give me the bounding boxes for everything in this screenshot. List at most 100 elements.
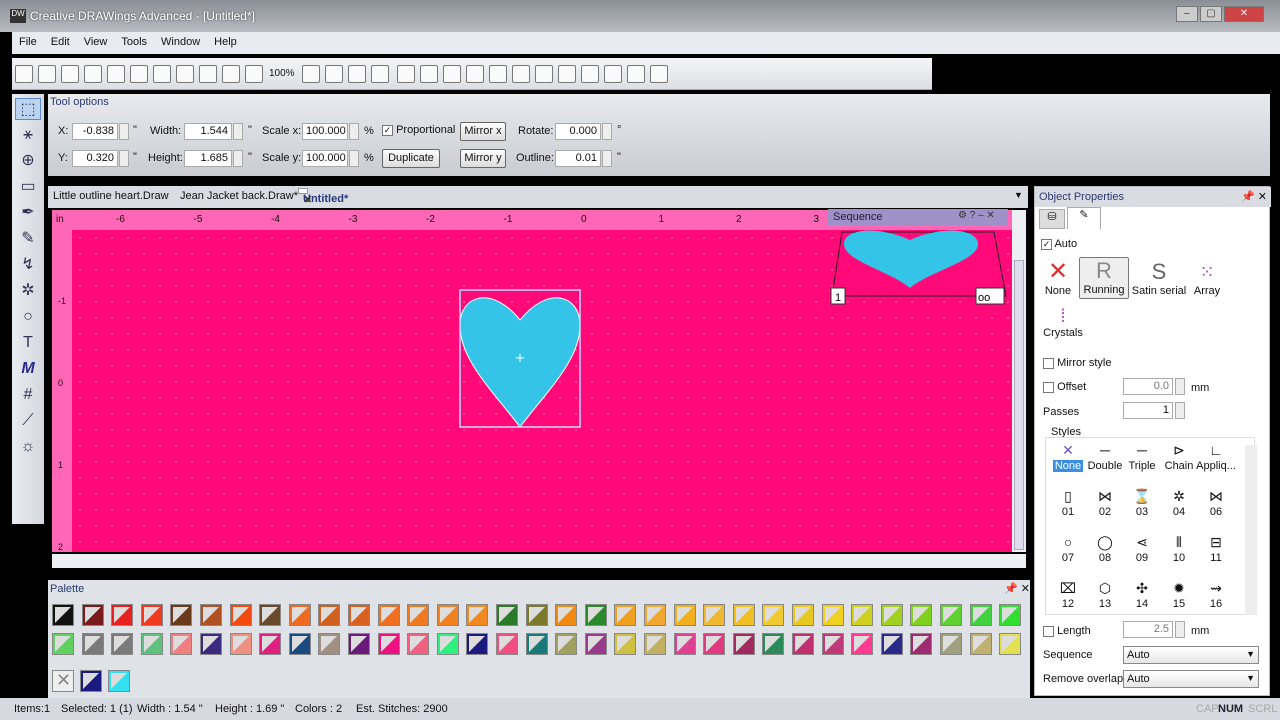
menu-edit[interactable]: Edit bbox=[44, 32, 77, 52]
palette-swatch[interactable] bbox=[555, 604, 578, 626]
scalex-input[interactable]: 100.000 bbox=[302, 123, 348, 140]
style-item[interactable]: ─ Triple bbox=[1122, 442, 1162, 472]
paint-brush-icon[interactable] bbox=[626, 65, 645, 83]
style-item[interactable]: ⌧ 12 bbox=[1048, 580, 1088, 610]
scalex-spinner[interactable] bbox=[349, 123, 359, 140]
style-item[interactable]: ⌛ 03 bbox=[1122, 488, 1162, 518]
x-input[interactable]: -0.838 bbox=[72, 123, 118, 140]
style-item[interactable]: ∟ Appliq... bbox=[1196, 442, 1236, 472]
palette-swatch[interactable] bbox=[318, 633, 341, 655]
height-spinner[interactable] bbox=[233, 150, 243, 167]
no-color-swatch[interactable]: ✕ bbox=[52, 670, 74, 692]
horizontal-scrollbar[interactable] bbox=[52, 554, 1026, 568]
mirror-y-button[interactable]: Mirror y bbox=[460, 149, 506, 168]
knife-icon[interactable]: ⟋ bbox=[15, 410, 41, 432]
bezier-icon[interactable]: ↯ bbox=[15, 254, 41, 276]
palette-swatch[interactable] bbox=[111, 604, 134, 626]
sequence-thumbnail[interactable]: 1 oo bbox=[830, 226, 1010, 306]
style-item[interactable]: ⫴ 10 bbox=[1159, 534, 1199, 564]
style-item[interactable]: ◯ 08 bbox=[1085, 534, 1125, 564]
palette-swatch[interactable] bbox=[81, 633, 104, 655]
tab-little-outline-heart[interactable]: Little outline heart.Draw bbox=[53, 190, 169, 202]
palette-swatch[interactable] bbox=[969, 604, 992, 626]
palette-swatch[interactable] bbox=[407, 604, 430, 626]
offset-spinner[interactable] bbox=[1175, 378, 1185, 395]
palette-swatch[interactable] bbox=[436, 604, 459, 626]
check-icon[interactable] bbox=[370, 65, 389, 83]
node-edit-icon[interactable]: ⚹ bbox=[15, 124, 41, 146]
menu-help[interactable]: Help bbox=[207, 32, 244, 52]
space-v-icon[interactable] bbox=[603, 65, 622, 83]
y-input[interactable]: 0.320 bbox=[72, 150, 118, 167]
outline-color-swatch[interactable] bbox=[80, 670, 102, 692]
palette-swatch[interactable] bbox=[940, 633, 962, 655]
print-icon[interactable] bbox=[84, 65, 102, 83]
palette-swatch[interactable] bbox=[259, 633, 282, 655]
palette-swatch[interactable] bbox=[288, 604, 311, 626]
palette-swatch[interactable] bbox=[111, 633, 134, 655]
palette-swatch[interactable] bbox=[140, 633, 163, 655]
style-item[interactable]: ✹ 15 bbox=[1159, 580, 1199, 610]
zoom-icon[interactable]: ⊕ bbox=[15, 150, 41, 172]
palette-swatch[interactable] bbox=[140, 604, 163, 626]
palette-swatch[interactable] bbox=[703, 604, 726, 626]
palette-swatch[interactable] bbox=[318, 604, 341, 626]
palette-swatch[interactable] bbox=[200, 604, 222, 626]
palette-swatch[interactable] bbox=[792, 604, 814, 626]
type-crystals[interactable]: ⁞ Crystals bbox=[1043, 305, 1083, 339]
menu-tools[interactable]: Tools bbox=[114, 32, 154, 52]
palette-swatch[interactable] bbox=[614, 604, 637, 626]
tab-jean-jacket-back[interactable]: Jean Jacket back.Draw* bbox=[180, 190, 298, 202]
type-none[interactable]: ✕ None bbox=[1041, 259, 1075, 298]
duplicate-button[interactable]: Duplicate bbox=[382, 149, 440, 168]
type-array[interactable]: ⁙ Array bbox=[1189, 259, 1225, 297]
grid-icon[interactable] bbox=[199, 65, 217, 83]
palette-swatch[interactable] bbox=[170, 633, 193, 655]
palette-swatch[interactable] bbox=[52, 604, 74, 626]
palette-swatch[interactable] bbox=[348, 633, 370, 655]
mirror-x-button[interactable]: Mirror x bbox=[460, 122, 506, 141]
palette-swatch[interactable] bbox=[525, 604, 548, 626]
palette-swatch[interactable] bbox=[703, 633, 726, 655]
menu-file[interactable]: File bbox=[12, 32, 44, 52]
trim-icon[interactable] bbox=[347, 65, 366, 83]
style-item[interactable]: ✲ 04 bbox=[1159, 488, 1199, 518]
ellipse-icon[interactable]: ○ bbox=[15, 306, 41, 328]
palette-swatch[interactable] bbox=[673, 604, 696, 626]
style-item[interactable]: ✣ 14 bbox=[1122, 580, 1162, 610]
paste-icon[interactable] bbox=[130, 65, 148, 83]
tab-untitled[interactable]: Untitled* ✕ bbox=[298, 188, 348, 206]
save-icon[interactable] bbox=[61, 65, 79, 83]
align-middle-icon[interactable] bbox=[488, 65, 507, 83]
rotate-input[interactable]: 0.000 bbox=[555, 123, 601, 140]
scaley-input[interactable]: 100.000 bbox=[302, 150, 348, 167]
palette-swatch[interactable] bbox=[880, 633, 903, 655]
sequence-controls-icon[interactable]: ⚙ ? ‒ ✕ bbox=[958, 210, 995, 221]
offset-input[interactable]: 0.0 bbox=[1123, 378, 1173, 395]
style-item[interactable]: ⊳ Chain bbox=[1159, 442, 1199, 472]
text-icon[interactable]: T bbox=[15, 332, 41, 354]
redo-icon[interactable] bbox=[176, 65, 194, 83]
palette-swatch[interactable] bbox=[288, 633, 311, 655]
light-icon[interactable]: ☼ bbox=[15, 436, 41, 458]
zoom-level[interactable]: 100% bbox=[269, 68, 295, 79]
palette-swatch[interactable] bbox=[969, 633, 992, 655]
rotate-spinner[interactable] bbox=[602, 123, 612, 140]
sequence-select[interactable]: Auto ▼ bbox=[1123, 646, 1259, 664]
palette-swatch[interactable] bbox=[732, 604, 755, 626]
auto-checkbox[interactable]: ✓ Auto bbox=[1041, 238, 1077, 250]
palette-swatch[interactable] bbox=[910, 604, 933, 626]
width-spinner[interactable] bbox=[233, 123, 243, 140]
palette-swatch[interactable] bbox=[466, 604, 489, 626]
magic-wand-icon[interactable] bbox=[649, 65, 668, 83]
pencil-icon[interactable]: ✎ bbox=[15, 228, 41, 250]
outline-input[interactable]: 0.01 bbox=[555, 150, 601, 167]
palette-swatch[interactable] bbox=[732, 633, 755, 655]
palette-swatch[interactable] bbox=[229, 604, 252, 626]
tab-dropdown-icon[interactable]: ▼ bbox=[1014, 190, 1023, 200]
palette-swatch[interactable] bbox=[851, 633, 874, 655]
panel-pin-close-icon[interactable]: 📌 ✕ bbox=[1241, 190, 1267, 203]
style-item[interactable]: ⇝ 16 bbox=[1196, 580, 1236, 610]
new-icon[interactable] bbox=[15, 65, 33, 83]
palette-swatch[interactable] bbox=[52, 633, 74, 655]
